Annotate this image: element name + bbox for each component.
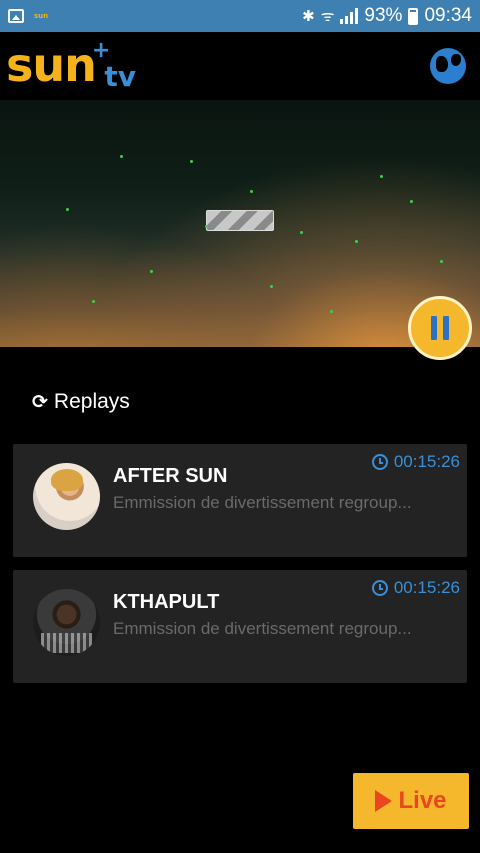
video-star (250, 190, 253, 193)
globe-icon[interactable] (430, 48, 466, 84)
pause-icon-bar-left (431, 316, 437, 340)
app-header: sun + tv (0, 32, 480, 100)
program-card[interactable]: KTHAPULT Emmission de divertissement reg… (13, 570, 467, 683)
video-star (150, 270, 153, 273)
loading-indicator (206, 210, 274, 231)
status-bar: sun ✱ ᯤ 93% 09:34 (0, 0, 480, 32)
bluetooth-icon: ✱ (302, 7, 315, 25)
duration-text: 00:15:26 (393, 578, 460, 597)
wifi-icon: ᯤ (320, 7, 335, 25)
video-star (190, 160, 193, 163)
program-title: KTHAPULT (113, 591, 220, 613)
video-star (440, 260, 443, 263)
video-star (205, 225, 208, 228)
program-title: AFTER SUN (113, 465, 228, 487)
program-description: Emmission de divertissement regroup... (113, 493, 412, 512)
video-star (380, 175, 383, 178)
video-star (92, 300, 95, 303)
clock-time: 09:34 (424, 5, 472, 26)
live-button[interactable]: Live (353, 773, 469, 829)
image-notification-icon (8, 9, 24, 23)
video-star (270, 285, 273, 288)
play-icon (375, 790, 393, 812)
video-player[interactable] (0, 100, 480, 347)
program-card[interactable]: AFTER SUN Emmission de divertissement re… (13, 444, 467, 557)
pause-button[interactable] (408, 296, 472, 360)
replays-header[interactable]: ⟳ Replays (32, 390, 130, 414)
live-label: Live (398, 787, 447, 814)
program-thumbnail (33, 463, 100, 530)
signal-icon (340, 8, 359, 24)
video-star (66, 208, 69, 211)
pause-icon-bar-right (443, 316, 449, 340)
logo-wordmark: sun (6, 38, 97, 92)
program-description: Emmission de divertissement regroup... (113, 619, 412, 638)
replays-label: Replays (53, 390, 130, 413)
program-duration: 00:15:26 (371, 452, 460, 472)
video-star (330, 310, 333, 313)
battery-percent: 93% (364, 5, 403, 26)
battery-icon (408, 7, 419, 25)
program-duration: 00:15:26 (371, 578, 460, 598)
duration-text: 00:15:26 (393, 452, 460, 471)
sun-tv-logo: sun + tv (6, 38, 136, 93)
program-thumbnail (33, 589, 100, 656)
clock-icon (371, 580, 388, 596)
logo-tv: tv (104, 60, 136, 93)
video-star (300, 231, 303, 234)
clock-icon (371, 454, 388, 470)
video-star (120, 155, 123, 158)
video-star (355, 240, 358, 243)
refresh-icon: ⟳ (32, 391, 48, 413)
sun-tv-notification-icon: sun (34, 12, 49, 20)
video-star (410, 200, 413, 203)
